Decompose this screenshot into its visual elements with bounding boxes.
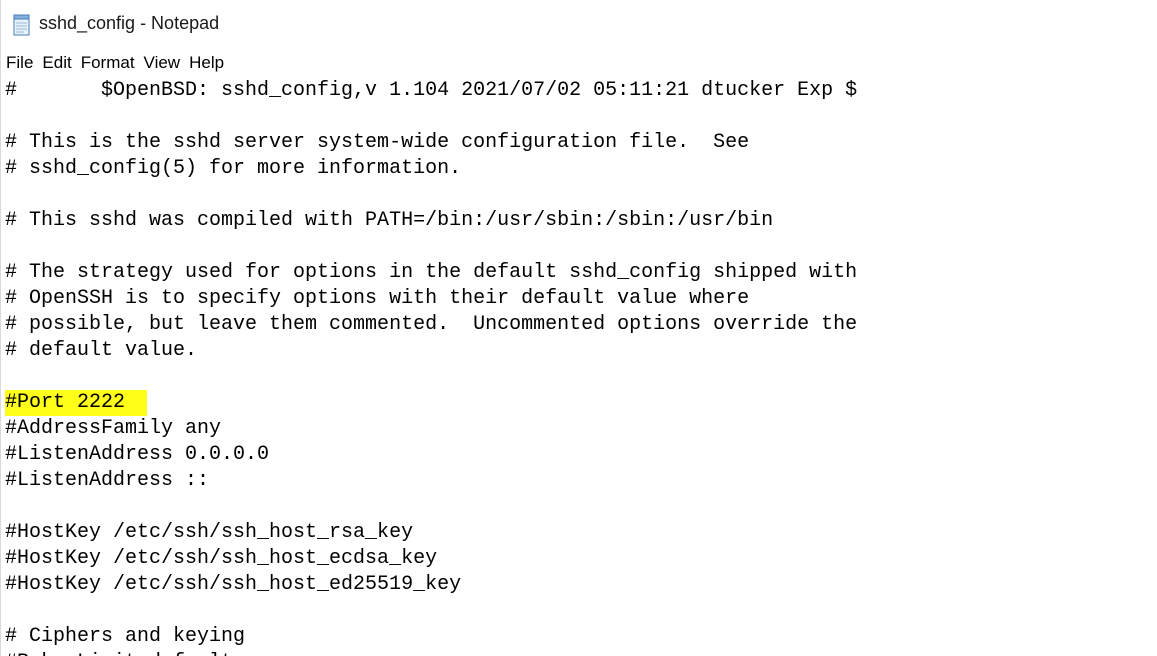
menu-file[interactable]: File [2, 50, 37, 76]
window-title: sshd_config - Notepad [39, 13, 220, 33]
editor-line: # This is the sshd server system-wide co… [5, 131, 750, 154]
menu-edit[interactable]: Edit [38, 50, 75, 76]
editor-line: # Ciphers and keying [5, 625, 246, 648]
editor-line: #AddressFamily any [5, 417, 222, 440]
editor-line: # The strategy used for options in the d… [5, 261, 858, 284]
editor-line: # default value. [5, 339, 198, 362]
editor-line: #RekeyLimit default none [5, 650, 293, 656]
editor-line: #HostKey /etc/ssh/ssh_host_ecdsa_key [5, 547, 438, 570]
menu-format[interactable]: Format [77, 50, 139, 76]
editor-line: # This sshd was compiled with PATH=/bin:… [5, 209, 774, 232]
editor-line: #HostKey /etc/ssh/ssh_host_ed25519_key [5, 573, 462, 596]
highlighted-text: #Port 2222 [5, 390, 148, 416]
title-bar[interactable]: sshd_config - Notepad [1, 0, 1157, 50]
menu-view[interactable]: View [140, 50, 185, 76]
editor-line: #ListenAddress :: [5, 469, 210, 492]
editor-line: #HostKey /etc/ssh/ssh_host_rsa_key [5, 521, 414, 544]
editor-line: # sshd_config(5) for more information. [5, 157, 462, 180]
menu-help[interactable]: Help [185, 50, 228, 76]
editor-line: #Port 2222 [5, 390, 148, 416]
notepad-icon [12, 14, 32, 36]
editor-line: #ListenAddress 0.0.0.0 [5, 443, 270, 466]
editor-line: # $OpenBSD: sshd_config,v 1.104 2021/07/… [5, 79, 858, 102]
editor-line: # OpenSSH is to specify options with the… [5, 287, 750, 310]
notepad-window: sshd_config - Notepad File Edit Format V… [0, 0, 1157, 656]
text-editor-area[interactable]: # $OpenBSD: sshd_config,v 1.104 2021/07/… [1, 76, 1157, 656]
menu-bar: File Edit Format View Help [1, 50, 1157, 76]
editor-line: # possible, but leave them commented. Un… [5, 313, 858, 336]
